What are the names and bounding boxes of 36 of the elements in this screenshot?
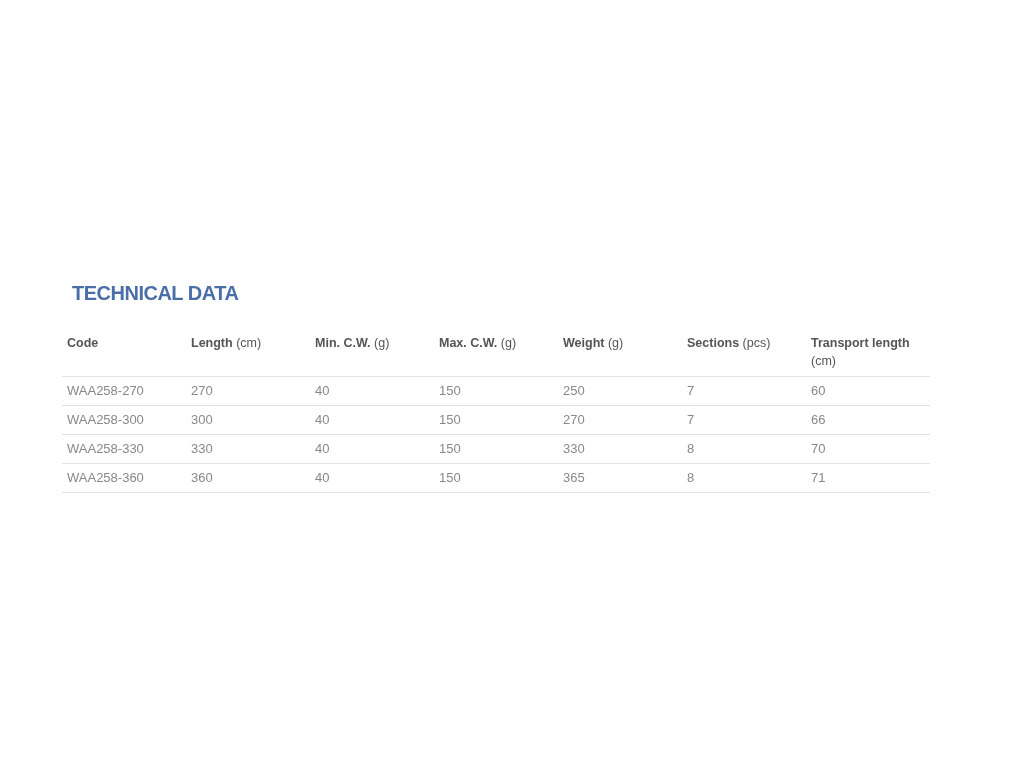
table-cell: WAA258-300 [67,412,144,428]
column-header: Transport length (cm) [811,336,910,368]
table-cell: 8 [687,470,695,486]
table-cell: WAA258-330 [67,441,144,457]
column-header: Code [67,336,99,350]
table-cell: 300 [191,412,213,428]
table-cell: 8 [687,441,695,457]
table-cell: 150 [439,412,461,428]
table-cell: 150 [439,470,461,486]
table-cell: WAA258-360 [67,470,144,486]
section-title: TECHNICAL DATA [72,281,240,306]
table-cell: 360 [191,470,213,486]
table-cell: 40 [315,412,330,428]
table-cell: 330 [191,441,213,457]
table-cell: 365 [563,470,585,486]
table-cell: 70 [811,441,826,457]
table-cell: 270 [191,383,213,399]
table-cell: 270 [563,412,585,428]
table-cell: 40 [315,441,330,457]
table-cell: 7 [687,383,695,399]
table-cell: 66 [811,412,826,428]
column-header: Length (cm) [191,336,262,350]
table-cell: 7 [687,412,695,428]
table-cell: 330 [563,441,585,457]
column-header: Sections (pcs) [687,336,771,350]
column-header: Min. C.W. (g) [315,336,390,350]
table-cell: 250 [563,383,585,399]
column-header: Weight (g) [563,336,624,350]
table-cell: 150 [439,383,461,399]
table-cell: 40 [315,383,330,399]
column-header: Max. C.W. (g) [439,336,517,350]
table-cell: 71 [811,470,826,486]
table-cell: 60 [811,383,826,399]
table-cell: 150 [439,441,461,457]
table-cell: 40 [315,470,330,486]
table-cell: WAA258-270 [67,383,144,399]
